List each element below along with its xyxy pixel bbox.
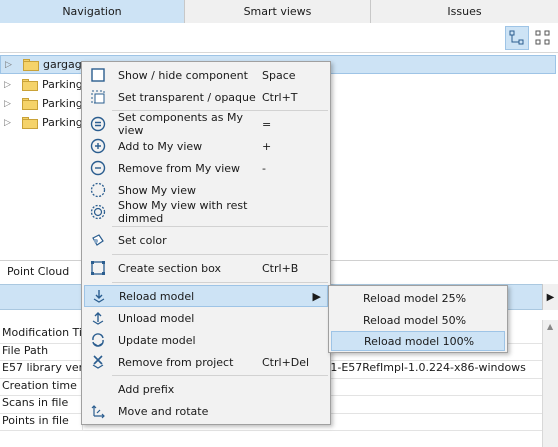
property-key: E57 library versio — [0, 361, 83, 378]
menu-item-unload-model[interactable]: Unload model — [84, 307, 328, 329]
menu-item-shortcut: + — [262, 139, 272, 153]
tab-issues[interactable]: Issues — [371, 0, 558, 23]
menu-item-label: Set transparent / opaque — [118, 90, 256, 104]
menu-item-transparent[interactable]: Set transparent / opaque Ctrl+T — [84, 86, 328, 108]
square-icon — [91, 68, 105, 82]
menu-item-set-color[interactable]: Set color — [84, 229, 328, 251]
menu-item-shortcut: - — [262, 161, 266, 175]
menu-item-label: Reload model — [119, 289, 195, 303]
folder-icon — [22, 116, 38, 129]
menu-item-label: Set components as My view — [118, 111, 243, 137]
tree-view-icon — [509, 30, 524, 45]
remove-x-icon — [92, 355, 104, 369]
menu-item-shortcut: Ctrl+Del — [262, 355, 310, 369]
move-rotate-icon — [91, 405, 105, 419]
equals-circle-icon — [90, 116, 106, 132]
menu-item-add-prefix[interactable]: Add prefix — [84, 378, 328, 400]
menu-item-shortcut: Ctrl+B — [262, 261, 299, 275]
folder-icon — [22, 97, 38, 110]
minus-circle-icon — [90, 160, 106, 176]
menu-item-label: Add prefix — [118, 382, 175, 396]
menu-item-update-model[interactable]: Update model — [84, 329, 328, 351]
dashed-circle-icon — [90, 182, 106, 198]
menu-item-label: Show My view with rest dimmed — [118, 199, 248, 225]
submenu-item-reload-100[interactable]: Reload model 100% — [331, 331, 505, 351]
menu-item-show-my-view[interactable]: Show My view — [84, 179, 328, 201]
list-view-button[interactable] — [531, 26, 555, 50]
scroll-up-icon[interactable]: ▲ — [547, 322, 553, 331]
menu-separator — [112, 375, 328, 376]
menu-item-label: Show My view — [118, 183, 197, 197]
toolbar — [0, 23, 558, 53]
menu-separator — [112, 282, 328, 283]
tab-smart-views[interactable]: Smart views — [185, 0, 371, 23]
reload-submenu: Reload model 25% Reload model 50% Reload… — [328, 285, 508, 353]
folder-icon — [22, 78, 38, 91]
menu-item-shortcut: Space — [262, 68, 296, 82]
update-icon — [92, 333, 104, 347]
menu-item-reload-model[interactable]: Reload model ▶ — [84, 285, 328, 307]
tab-bar: Navigation Smart views Issues — [0, 0, 558, 23]
tree-row[interactable]: ▷ Parking — [0, 94, 83, 113]
grid-view-icon — [535, 30, 550, 45]
menu-item-show-my-view-dimmed[interactable]: Show My view with rest dimmed — [84, 199, 328, 225]
tree-item-label: Parking — [42, 78, 83, 91]
submenu-arrow-icon: ▶ — [312, 289, 321, 303]
menu-separator — [112, 226, 328, 227]
menu-item-shortcut: Ctrl+T — [262, 90, 298, 104]
scroll-right-icon[interactable]: ▶ — [542, 284, 558, 310]
plus-circle-icon — [90, 138, 106, 154]
unload-icon — [92, 312, 104, 325]
expand-arrow-icon[interactable]: ▷ — [5, 60, 17, 70]
menu-item-label: Show / hide component — [118, 68, 248, 82]
tree-item-label: Parking — [42, 97, 83, 110]
folder-icon — [23, 58, 39, 71]
property-key: File Path — [0, 343, 83, 360]
menu-item-label: Create section box — [118, 261, 222, 275]
expand-arrow-icon[interactable]: ▷ — [4, 118, 16, 128]
expand-arrow-icon[interactable]: ▷ — [4, 99, 16, 109]
tree-row[interactable]: ▷ Parking — [0, 75, 83, 94]
submenu-item-reload-25[interactable]: Reload model 25% — [331, 288, 505, 308]
menu-item-label: Update model — [118, 333, 196, 347]
property-key: Points in file — [0, 413, 83, 430]
menu-separator — [112, 254, 328, 255]
dashed-square-icon — [91, 90, 105, 104]
tree-view-button[interactable] — [505, 26, 529, 50]
color-bucket-icon — [92, 234, 104, 246]
menu-item-section-box[interactable]: Create section box Ctrl+B — [84, 257, 328, 279]
menu-item-shortcut: = — [262, 117, 272, 131]
dimmed-circle-icon — [90, 204, 106, 220]
property-key: Creation time — [0, 378, 83, 395]
vertical-scrollbar[interactable]: ▲ — [542, 320, 558, 447]
tab-navigation[interactable]: Navigation — [0, 0, 185, 23]
reload-icon — [93, 290, 105, 303]
section-box-icon — [91, 261, 105, 275]
menu-item-label: Remove from project — [118, 355, 234, 369]
menu-item-move-rotate[interactable]: Move and rotate — [84, 400, 328, 422]
tree-item-label: Parking — [42, 116, 83, 129]
menu-item-label: Remove from My view — [118, 161, 241, 175]
menu-item-remove-from-project[interactable]: Remove from project Ctrl+Del — [84, 351, 328, 373]
tree-row[interactable]: ▷ Parking — [0, 113, 83, 132]
menu-item-label: Set color — [118, 233, 167, 247]
menu-item-show-hide[interactable]: Show / hide component Space — [84, 64, 328, 86]
expand-arrow-icon[interactable]: ▷ — [4, 80, 16, 90]
context-menu: Show / hide component Space Set transpar… — [81, 61, 331, 425]
menu-item-label: Unload model — [118, 311, 195, 325]
submenu-item-reload-50[interactable]: Reload model 50% — [331, 310, 505, 330]
menu-item-remove-my-view[interactable]: Remove from My view - — [84, 157, 328, 179]
property-key: Scans in file — [0, 396, 83, 413]
menu-item-label: Add to My view — [118, 139, 203, 153]
menu-item-set-my-view[interactable]: Set components as My view = — [84, 111, 328, 137]
menu-item-label: Move and rotate — [118, 404, 209, 418]
property-key: Modification Tim — [0, 326, 83, 343]
menu-item-add-my-view[interactable]: Add to My view + — [84, 135, 328, 157]
